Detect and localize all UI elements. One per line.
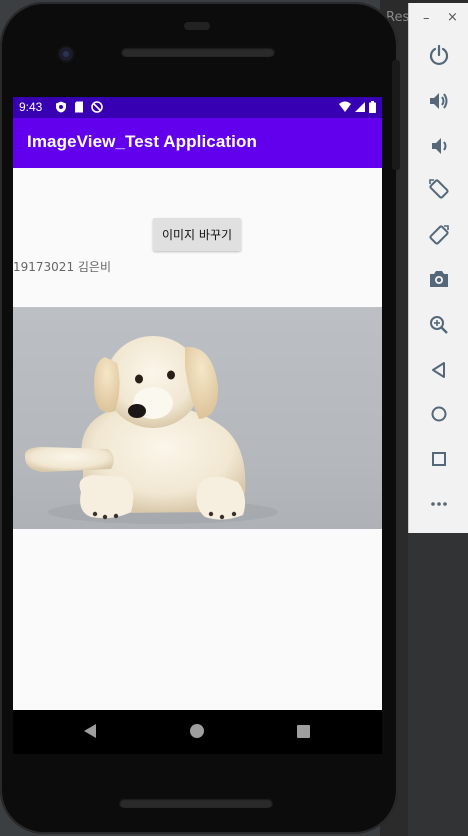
signal-icon (355, 102, 365, 112)
nav-recents-icon[interactable] (297, 725, 310, 738)
ide-panel (408, 533, 468, 836)
rotate-left-button[interactable] (423, 173, 455, 205)
screenshot-button[interactable] (423, 263, 455, 295)
camera-icon (430, 271, 448, 287)
back-icon (432, 362, 445, 378)
nav-home-icon[interactable] (190, 724, 204, 738)
volume-down-icon (432, 138, 447, 154)
sync-icon (91, 101, 103, 113)
zoom-button[interactable] (423, 309, 455, 341)
status-bar: 9:43 (13, 97, 382, 118)
more-icon (431, 502, 447, 506)
phone-notch (184, 22, 210, 30)
rotate-left-icon (429, 179, 449, 199)
shield-icon (56, 101, 66, 113)
overview-icon (432, 452, 446, 466)
wifi-icon (339, 101, 351, 112)
rotate-right-button[interactable] (423, 219, 455, 251)
nav-back-icon[interactable] (84, 724, 96, 738)
phone-side-button (392, 60, 400, 170)
more-button[interactable] (423, 488, 455, 520)
device-screen: 9:43 ImageView_Test Application 이미지 바꾸기 … (13, 97, 382, 710)
volume-down-button[interactable] (423, 130, 455, 162)
power-icon (429, 44, 449, 66)
front-camera (59, 47, 73, 61)
emulator-toolbar: – × (408, 3, 468, 533)
puppy-photo (13, 307, 382, 529)
app-bar: ImageView_Test Application (13, 118, 382, 168)
back-button[interactable] (423, 354, 455, 386)
battery-icon (369, 101, 376, 113)
android-nav-bar (13, 710, 382, 754)
zoom-icon (430, 316, 448, 334)
status-time: 9:43 (19, 100, 43, 114)
volume-up-button[interactable] (423, 85, 455, 117)
rotate-right-icon (429, 225, 449, 245)
home-icon (431, 406, 447, 422)
volume-up-icon (430, 93, 448, 109)
home-button[interactable] (423, 398, 455, 430)
minimize-button[interactable]: – (423, 11, 430, 26)
puppy-image (24, 336, 278, 524)
power-button[interactable] (423, 39, 455, 71)
sd-card-icon (75, 101, 83, 113)
student-id-label: 19173021 김은비 (13, 260, 112, 274)
app-title: ImageView_Test Application (27, 132, 257, 151)
change-image-button[interactable]: 이미지 바꾸기 (153, 218, 241, 251)
close-button[interactable]: × (447, 10, 458, 25)
bottom-speaker (119, 798, 273, 808)
earpiece-speaker (121, 47, 275, 57)
overview-button[interactable] (423, 443, 455, 475)
